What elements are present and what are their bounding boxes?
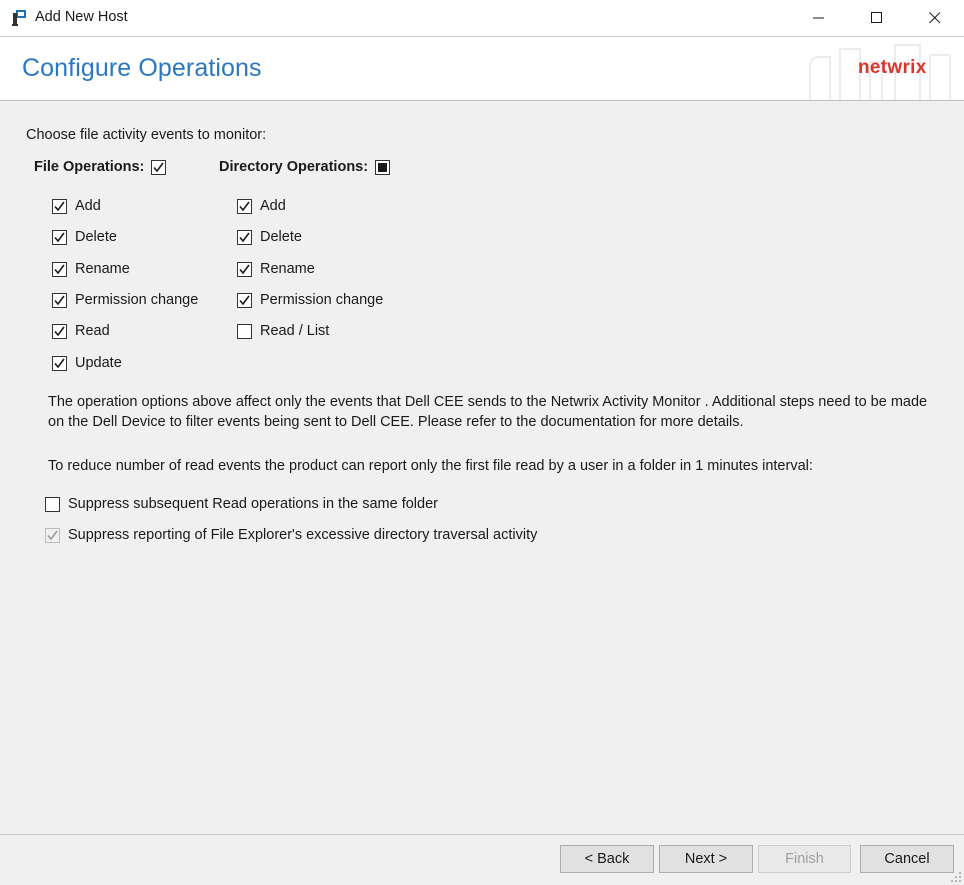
page-title: Configure Operations <box>22 54 262 82</box>
directory-operations-checkbox[interactable] <box>375 159 391 175</box>
content-area: Choose file activity events to monitor: … <box>0 101 964 834</box>
checkmark-icon <box>54 264 65 274</box>
checkbox[interactable] <box>237 198 252 214</box>
events-prompt: Choose file activity events to monitor: <box>26 127 267 143</box>
dir-op-delete-label: Delete <box>260 229 302 245</box>
checkmark-icon <box>153 162 165 172</box>
directory-operations-header[interactable]: Directory Operations: <box>219 159 391 175</box>
reduce-read-events-text: To reduce number of read events the prod… <box>48 458 813 474</box>
file-op-permission-change[interactable]: Permission change <box>52 292 198 308</box>
file-operations-label: File Operations: <box>34 159 145 175</box>
checkbox[interactable] <box>237 323 252 339</box>
checkbox[interactable] <box>45 496 60 512</box>
wizard-footer: < Back Next > Finish Cancel <box>0 834 964 885</box>
checkbox[interactable] <box>52 355 67 371</box>
dir-op-permission-change[interactable]: Permission change <box>237 292 383 308</box>
maximize-icon <box>871 12 882 23</box>
checkbox <box>45 527 60 543</box>
finish-button: Finish <box>758 845 851 873</box>
file-op-permission-change-label: Permission change <box>75 292 199 308</box>
checkbox[interactable] <box>52 261 67 277</box>
file-op-add-label: Add <box>75 198 101 214</box>
app-icon <box>10 8 30 28</box>
checkbox[interactable] <box>237 292 252 308</box>
close-icon <box>929 12 941 24</box>
file-op-delete-label: Delete <box>75 229 117 245</box>
minimize-icon <box>813 17 824 19</box>
cancel-button[interactable]: Cancel <box>860 845 954 873</box>
file-op-rename[interactable]: Rename <box>52 261 130 277</box>
dir-op-delete[interactable]: Delete <box>237 229 302 245</box>
checkbox[interactable] <box>52 292 67 308</box>
minimize-button[interactable] <box>790 0 848 36</box>
close-button[interactable] <box>906 0 964 36</box>
file-op-rename-label: Rename <box>75 261 130 277</box>
resize-grip-icon[interactable] <box>950 871 962 883</box>
suppress-traversal-label: Suppress reporting of File Explorer's ex… <box>68 527 538 543</box>
dir-op-read-list-label: Read / List <box>260 323 330 339</box>
file-op-update[interactable]: Update <box>52 355 122 371</box>
title-bar: Add New Host <box>0 0 964 37</box>
next-button[interactable]: Next > <box>659 845 753 873</box>
checkbox[interactable] <box>52 323 67 339</box>
file-operations-header[interactable]: File Operations: <box>34 159 167 175</box>
checkmark-icon <box>54 358 65 368</box>
checkbox[interactable] <box>237 261 252 277</box>
checkmark-icon <box>54 232 65 242</box>
file-op-add[interactable]: Add <box>52 198 101 214</box>
operations-info-text: The operation options above affect only … <box>48 394 928 430</box>
file-op-update-label: Update <box>75 355 122 371</box>
back-button[interactable]: < Back <box>560 845 654 873</box>
checkbox[interactable] <box>237 229 252 245</box>
checkmark-icon <box>239 295 250 305</box>
suppress-traversal-option: Suppress reporting of File Explorer's ex… <box>45 527 537 543</box>
dir-op-add[interactable]: Add <box>237 198 286 214</box>
checkmark-icon <box>239 201 250 211</box>
suppress-read-option[interactable]: Suppress subsequent Read operations in t… <box>45 496 438 512</box>
checkmark-icon <box>239 264 250 274</box>
dir-op-permission-change-label: Permission change <box>260 292 384 308</box>
dir-op-read-list[interactable]: Read / List <box>237 323 329 339</box>
window-title: Add New Host <box>35 9 128 25</box>
netwrix-logo: netwrix <box>858 57 927 78</box>
checkmark-icon <box>47 530 58 540</box>
directory-operations-label: Directory Operations: <box>219 159 369 175</box>
dir-op-rename-label: Rename <box>260 261 315 277</box>
file-op-read-label: Read <box>75 323 110 339</box>
checkmark-icon <box>54 326 65 336</box>
checkbox[interactable] <box>52 229 67 245</box>
suppress-read-label: Suppress subsequent Read operations in t… <box>68 496 438 512</box>
file-operations-checkbox[interactable] <box>151 159 167 175</box>
checkbox[interactable] <box>52 198 67 214</box>
checkmark-icon <box>54 201 65 211</box>
dir-op-rename[interactable]: Rename <box>237 261 315 277</box>
file-op-delete[interactable]: Delete <box>52 229 117 245</box>
wizard-header: Configure Operations netwrix <box>0 37 964 101</box>
checkmark-icon <box>54 295 65 305</box>
maximize-button[interactable] <box>848 0 906 36</box>
checkmark-icon <box>239 232 250 242</box>
indeterminate-icon <box>378 162 388 172</box>
dir-op-add-label: Add <box>260 198 286 214</box>
file-op-read[interactable]: Read <box>52 323 110 339</box>
